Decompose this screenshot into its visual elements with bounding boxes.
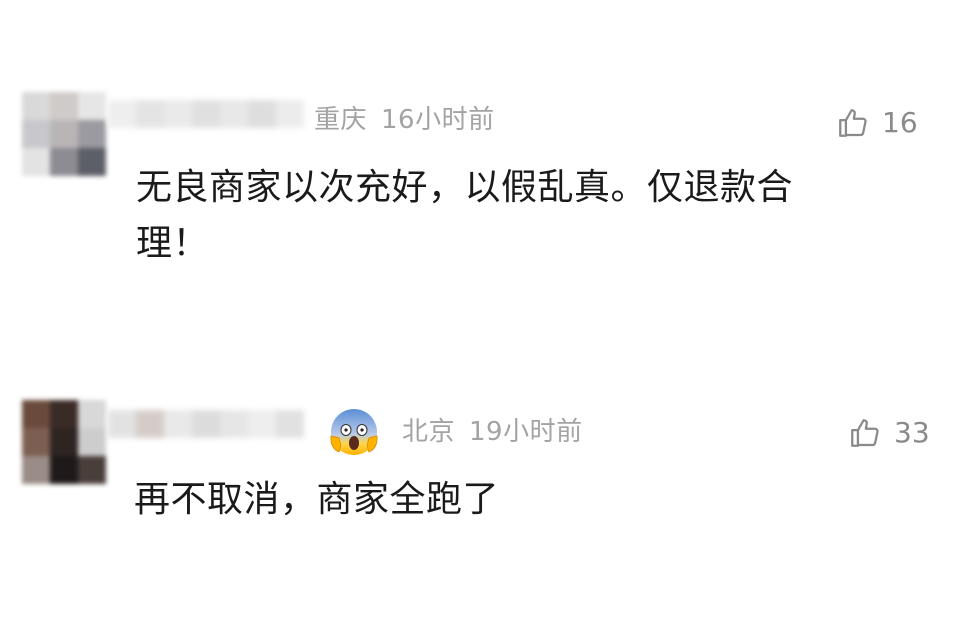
comment-text: 无良商家以次充好，以假乱真。仅退款合 理！ <box>136 160 876 272</box>
comment-time: 19小时前 <box>469 417 583 447</box>
thumbs-up-icon <box>839 109 867 137</box>
comment-text-line: 无良商家以次充好，以假乱真。仅退款合 <box>136 167 794 208</box>
comment-time: 16小时前 <box>381 105 495 135</box>
like-button[interactable]: 33 <box>848 416 930 450</box>
comment-text-line: 理！ <box>136 223 210 264</box>
like-count: 33 <box>894 416 930 449</box>
avatar[interactable] <box>22 400 106 484</box>
comment-item: 重庆 16小时前 16 无良商家以次充好，以假乱真。仅退款合 理！ <box>0 82 960 332</box>
avatar[interactable] <box>22 92 106 176</box>
screaming-face-emoji <box>330 409 378 455</box>
like-count: 16 <box>882 106 918 139</box>
comment-text: 再不取消，商家全跑了 <box>134 479 500 520</box>
comment-location: 重庆 <box>314 105 368 135</box>
like-button[interactable]: 16 <box>836 106 918 140</box>
comment-list: 重庆 16小时前 16 无良商家以次充好，以假乱真。仅退款合 理！ 北京 19小… <box>0 0 960 640</box>
username-blurred[interactable] <box>108 100 304 128</box>
comment-location: 北京 <box>402 417 456 447</box>
thumbs-up-icon <box>851 419 879 447</box>
comment-meta: 重庆 16小时前 <box>314 104 495 136</box>
username-blurred[interactable] <box>108 410 304 438</box>
comment-meta: 北京 19小时前 <box>402 416 583 448</box>
